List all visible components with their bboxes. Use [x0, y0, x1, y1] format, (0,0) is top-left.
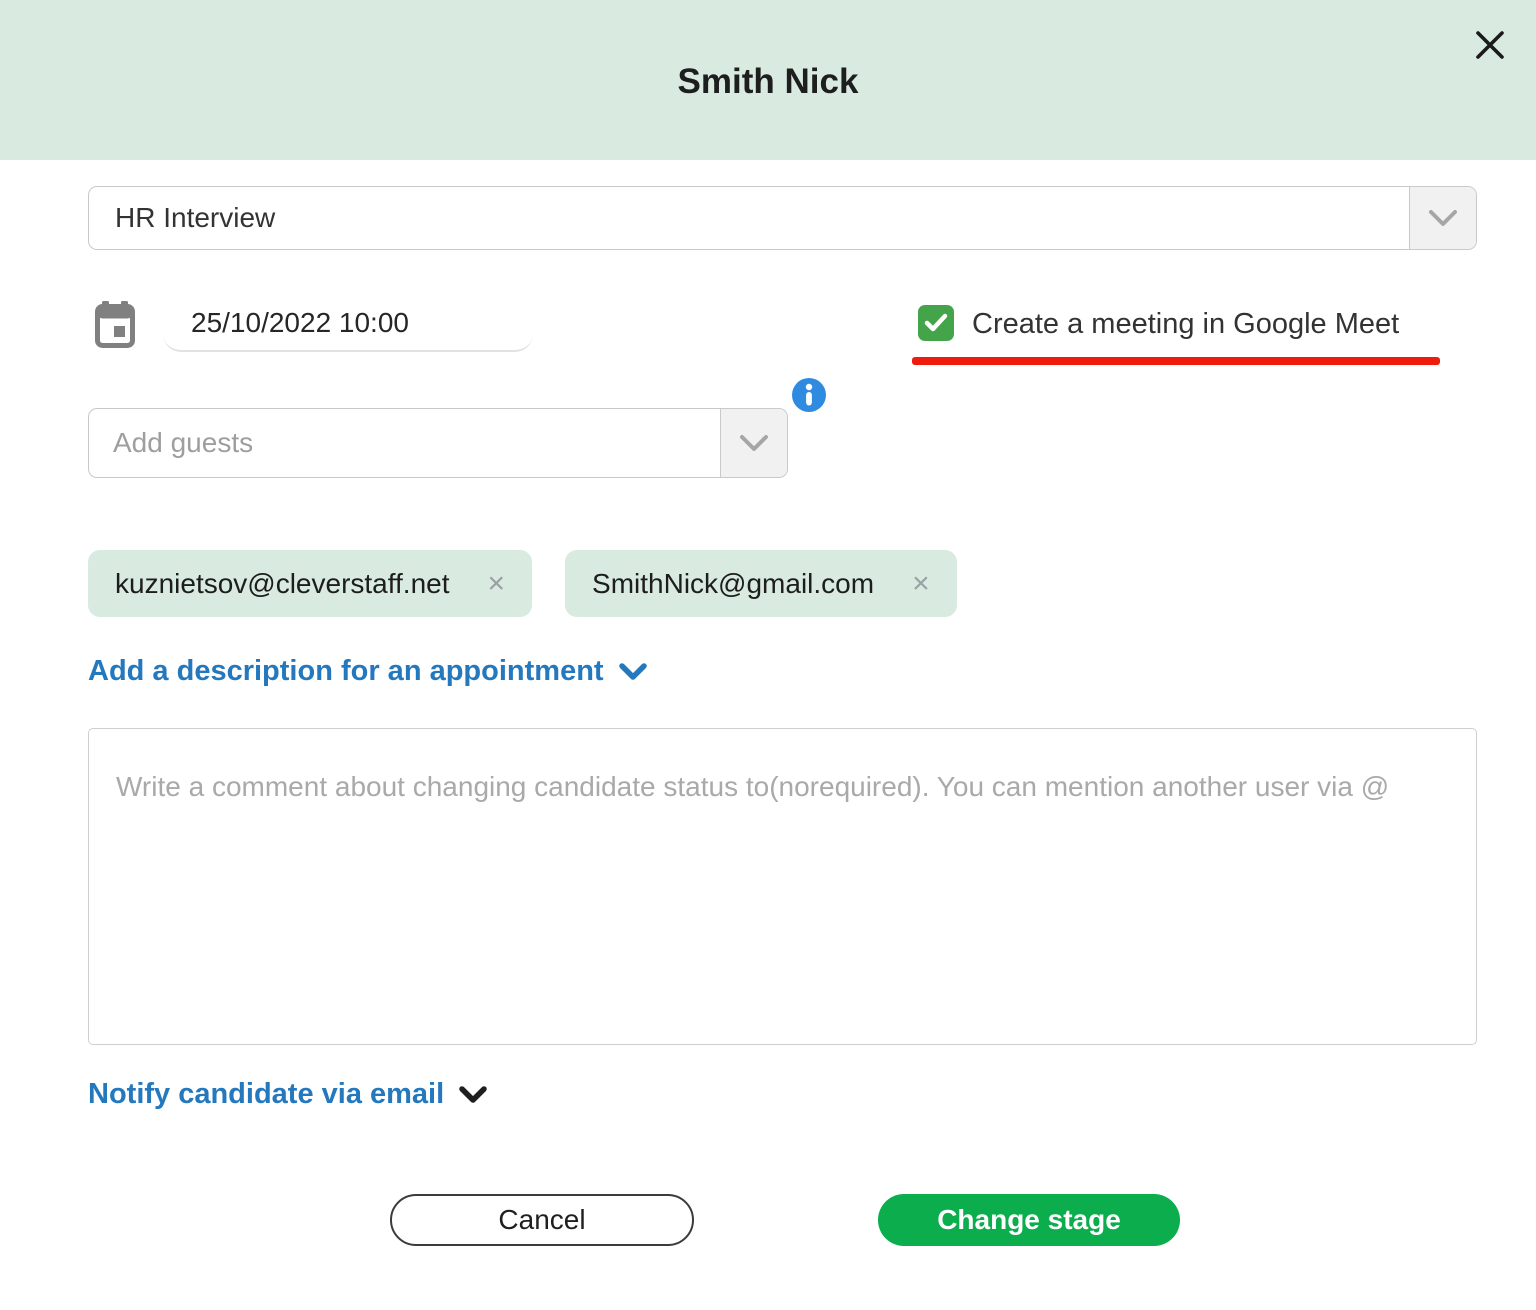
guest-chip-list: kuznietsov@cleverstaff.net × SmithNick@g…: [88, 550, 957, 617]
info-icon: [792, 378, 826, 412]
comment-textarea[interactable]: [88, 728, 1477, 1045]
candidate-name-title: Smith Nick: [0, 62, 1536, 102]
add-description-label: Add a description for an appointment: [88, 655, 604, 688]
chevron-down-icon: [739, 434, 769, 452]
change-stage-button[interactable]: Change stage: [878, 1194, 1180, 1246]
stage-select-value: HR Interview: [89, 187, 1409, 249]
stage-select-dropdown-button[interactable]: [1409, 187, 1476, 249]
date-picker-button[interactable]: [95, 301, 135, 349]
chevron-down-icon: [619, 663, 647, 681]
close-button[interactable]: [1468, 24, 1512, 68]
annotation-red-underline: [912, 357, 1440, 365]
notify-candidate-link[interactable]: Notify candidate via email: [88, 1078, 487, 1111]
guest-chip: SmithNick@gmail.com ×: [565, 550, 957, 617]
add-description-link[interactable]: Add a description for an appointment: [88, 655, 647, 688]
guest-email: SmithNick@gmail.com: [592, 568, 874, 600]
calendar-icon: [95, 301, 135, 349]
guest-chip: kuznietsov@cleverstaff.net ×: [88, 550, 532, 617]
remove-guest-button[interactable]: ×: [912, 569, 930, 599]
add-guests-dropdown-button[interactable]: [720, 409, 787, 477]
notify-candidate-label: Notify candidate via email: [88, 1078, 444, 1111]
chevron-down-icon: [459, 1086, 487, 1104]
cancel-button[interactable]: Cancel: [390, 1194, 694, 1246]
modal-header: Smith Nick: [0, 0, 1536, 160]
change-stage-modal: Smith Nick HR Interview Create: [0, 0, 1536, 1310]
chevron-down-icon: [1428, 209, 1458, 227]
guest-email: kuznietsov@cleverstaff.net: [115, 568, 450, 600]
close-icon: [1472, 27, 1508, 63]
google-meet-label: Create a meeting in Google Meet: [972, 308, 1399, 341]
stage-select[interactable]: HR Interview: [88, 186, 1477, 250]
datetime-input[interactable]: [163, 296, 533, 352]
add-guests-input[interactable]: [89, 409, 720, 477]
checkmark-icon: [924, 313, 948, 333]
remove-guest-button[interactable]: ×: [488, 569, 506, 599]
google-meet-checkbox[interactable]: [918, 305, 954, 341]
add-guests-field: [88, 408, 788, 478]
guests-info-button[interactable]: [792, 378, 826, 412]
